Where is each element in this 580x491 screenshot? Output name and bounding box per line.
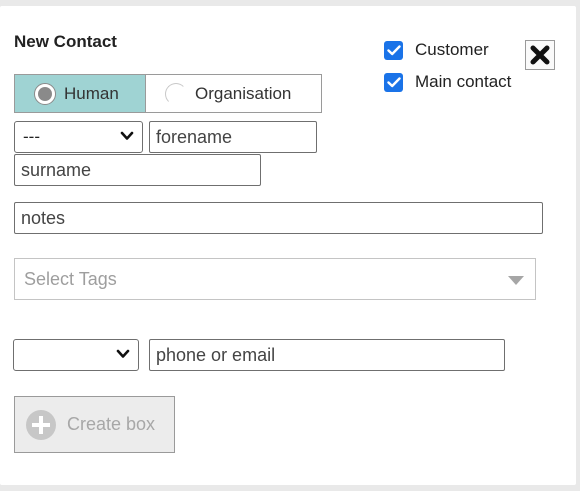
radio-selected-icon xyxy=(34,82,56,105)
organisation-option[interactable]: Organisation xyxy=(146,74,322,113)
add-circle-icon xyxy=(26,409,56,440)
notes-placeholder: notes xyxy=(21,207,66,228)
forename-placeholder: forename xyxy=(156,126,233,147)
new-contact-panel: New Contact Customer Main contact Human … xyxy=(0,6,576,485)
contact-type-toggle: Human Organisation xyxy=(14,74,322,113)
create-box-label: Create box xyxy=(67,414,156,434)
salutation-value: --- xyxy=(23,127,40,146)
salutation-select[interactable]: --- xyxy=(14,121,143,153)
main-contact-checkbox[interactable] xyxy=(384,72,403,92)
radio-unselected-icon xyxy=(165,82,187,105)
phone-or-email-input[interactable]: phone or email xyxy=(149,339,505,371)
tags-select[interactable]: Select Tags xyxy=(14,258,536,300)
contact-flags: Customer Main contact xyxy=(384,34,511,98)
create-box-button[interactable]: Create box xyxy=(14,396,175,453)
surname-input[interactable]: surname xyxy=(14,154,261,186)
surname-placeholder: surname xyxy=(21,159,92,180)
phone-or-email-placeholder: phone or email xyxy=(156,344,276,365)
notes-input[interactable]: notes xyxy=(14,202,543,234)
customer-label: Customer xyxy=(415,40,489,59)
contact-method-type-select[interactable] xyxy=(13,339,139,371)
chevron-down-icon xyxy=(120,131,134,140)
human-option[interactable]: Human xyxy=(14,74,146,113)
main-contact-checkbox-row[interactable]: Main contact xyxy=(384,66,511,98)
customer-checkbox-row[interactable]: Customer xyxy=(384,34,511,66)
organisation-option-label: Organisation xyxy=(195,83,292,103)
close-icon xyxy=(530,45,550,65)
close-button[interactable] xyxy=(525,40,555,70)
forename-input[interactable]: forename xyxy=(149,121,317,153)
main-contact-label: Main contact xyxy=(415,72,512,91)
tags-placeholder: Select Tags xyxy=(24,268,117,289)
customer-checkbox[interactable] xyxy=(384,40,403,60)
form-title: New Contact xyxy=(14,32,117,51)
caret-down-icon xyxy=(508,276,524,285)
chevron-down-icon xyxy=(116,349,130,358)
human-option-label: Human xyxy=(64,83,119,103)
